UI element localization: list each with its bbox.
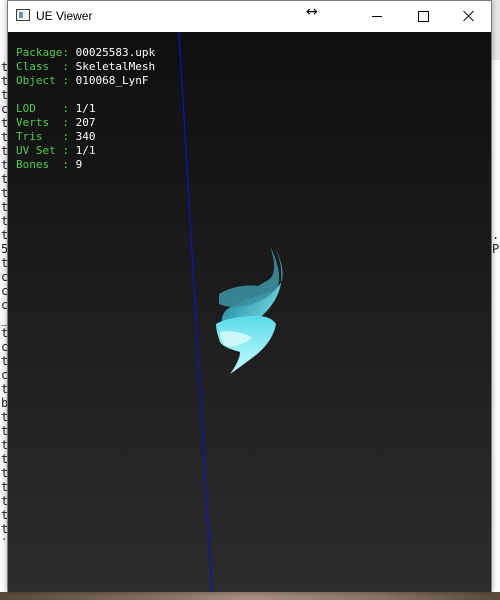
background-console-right: .P — [492, 60, 500, 540]
info-row: Class : SkeletalMesh — [16, 60, 155, 74]
info-label: UV Set — [16, 144, 63, 157]
minimize-button[interactable] — [354, 1, 400, 31]
skeletal-mesh[interactable] — [216, 238, 283, 374]
close-icon — [463, 10, 475, 22]
info-value: 1/1 — [75, 102, 96, 115]
info-row: Tris : 340 — [16, 130, 155, 144]
title-bar[interactable]: UE Viewer ↔ — [8, 1, 491, 32]
info-value: SkeletalMesh — [75, 60, 156, 73]
info-row: Object : 010068_LynF — [16, 74, 155, 88]
info-separator: : — [62, 102, 76, 115]
info-separator: : — [62, 46, 76, 59]
info-separator: : — [62, 116, 76, 129]
info-value: 00025583.upk — [75, 46, 156, 59]
info-value: 1/1 — [75, 144, 96, 157]
info-label: Verts — [16, 116, 63, 129]
info-separator: : — [62, 130, 76, 143]
info-value: 010068_LynF — [75, 74, 149, 87]
info-row: LOD : 1/1 — [16, 102, 155, 116]
info-label: Object — [16, 74, 63, 87]
info-label: Bones — [16, 158, 63, 171]
info-row: Verts : 207 — [16, 116, 155, 130]
info-separator: : — [62, 144, 76, 157]
close-button[interactable] — [446, 1, 492, 31]
info-value: 340 — [75, 130, 96, 143]
info-label: Class — [16, 60, 63, 73]
ue-viewer-window: UE Viewer ↔ Package: 00025583.upk Class … — [7, 0, 492, 592]
console-line: P — [492, 242, 500, 256]
info-row: UV Set : 1/1 — [16, 144, 155, 158]
app-window-icon[interactable] — [16, 9, 30, 21]
info-row: Package: 00025583.upk — [16, 46, 155, 60]
resize-horizontal-icon: ↔ — [306, 4, 318, 20]
window-title: UE Viewer — [36, 9, 93, 23]
background-window-edge — [492, 0, 500, 60]
info-separator: : — [62, 158, 76, 171]
3d-viewport[interactable]: Package: 00025583.upk Class : SkeletalMes… — [8, 32, 491, 592]
info-value: 207 — [75, 116, 96, 129]
info-label: Package — [16, 46, 63, 59]
info-separator: : — [62, 60, 76, 73]
maximize-button[interactable] — [400, 1, 446, 31]
minimize-icon — [372, 15, 382, 17]
info-label: LOD — [16, 102, 63, 115]
maximize-icon — [417, 10, 429, 22]
desktop-taskbar-strip — [0, 592, 500, 600]
console-line: . — [492, 228, 500, 242]
info-separator: : — [62, 74, 76, 87]
mesh-info-panel: Package: 00025583.upk Class : SkeletalMes… — [16, 46, 155, 172]
info-value: 9 — [75, 158, 83, 171]
axis-line — [178, 32, 213, 592]
info-label: Tris — [16, 130, 63, 143]
info-row: Bones : 9 — [16, 158, 155, 172]
info-gap — [16, 88, 155, 102]
